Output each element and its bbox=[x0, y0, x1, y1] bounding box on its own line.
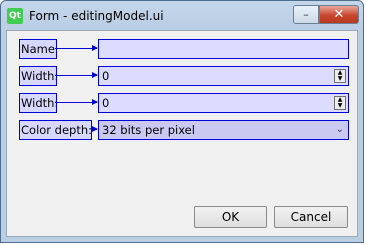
color-depth-label[interactable]: Color depth: bbox=[19, 120, 92, 140]
width-spinbox-2-buttons[interactable]: ▲ ▼ bbox=[334, 96, 346, 110]
chevron-down-icon[interactable]: ⌄ bbox=[336, 121, 344, 139]
name-label[interactable]: Name: bbox=[19, 39, 57, 59]
buddy-arrow-name bbox=[55, 45, 98, 51]
width-spinbox-1-buttons[interactable]: ▲ ▼ bbox=[334, 69, 346, 83]
form-window: Qt Form - editingModel.ui – ✕ Name: Widt… bbox=[0, 0, 364, 243]
spin-down-icon[interactable]: ▼ bbox=[335, 103, 345, 109]
cancel-button[interactable]: Cancel bbox=[274, 206, 348, 228]
form-client-area: Name: Width: 0 ▲ ▼ Width: 0 ▲ ▼ Color de… bbox=[6, 30, 358, 237]
color-depth-value: 32 bits per pixel bbox=[102, 123, 195, 137]
ok-button[interactable]: OK bbox=[194, 206, 267, 228]
color-depth-combobox[interactable]: 32 bits per pixel ⌄ bbox=[98, 120, 349, 140]
window-title: Form - editingModel.ui bbox=[29, 9, 164, 23]
buddy-arrow-width-1 bbox=[55, 72, 98, 78]
width-spinbox-1[interactable]: 0 ▲ ▼ bbox=[98, 66, 349, 86]
minimize-button[interactable]: – bbox=[293, 5, 319, 24]
spin-down-icon[interactable]: ▼ bbox=[335, 76, 345, 82]
name-input[interactable] bbox=[98, 39, 349, 59]
width-spinbox-2[interactable]: 0 ▲ ▼ bbox=[98, 93, 349, 113]
buddy-arrow-color-depth bbox=[92, 126, 98, 132]
width-label-1[interactable]: Width: bbox=[19, 66, 57, 86]
close-button[interactable]: ✕ bbox=[319, 5, 359, 24]
qt-logo-icon: Qt bbox=[7, 8, 23, 24]
title-bar[interactable]: Qt Form - editingModel.ui – ✕ bbox=[1, 1, 365, 31]
width-label-2[interactable]: Width: bbox=[19, 93, 57, 113]
buddy-arrow-width-2 bbox=[55, 99, 98, 105]
width-spinbox-2-value: 0 bbox=[102, 96, 110, 110]
width-spinbox-1-value: 0 bbox=[102, 69, 110, 83]
